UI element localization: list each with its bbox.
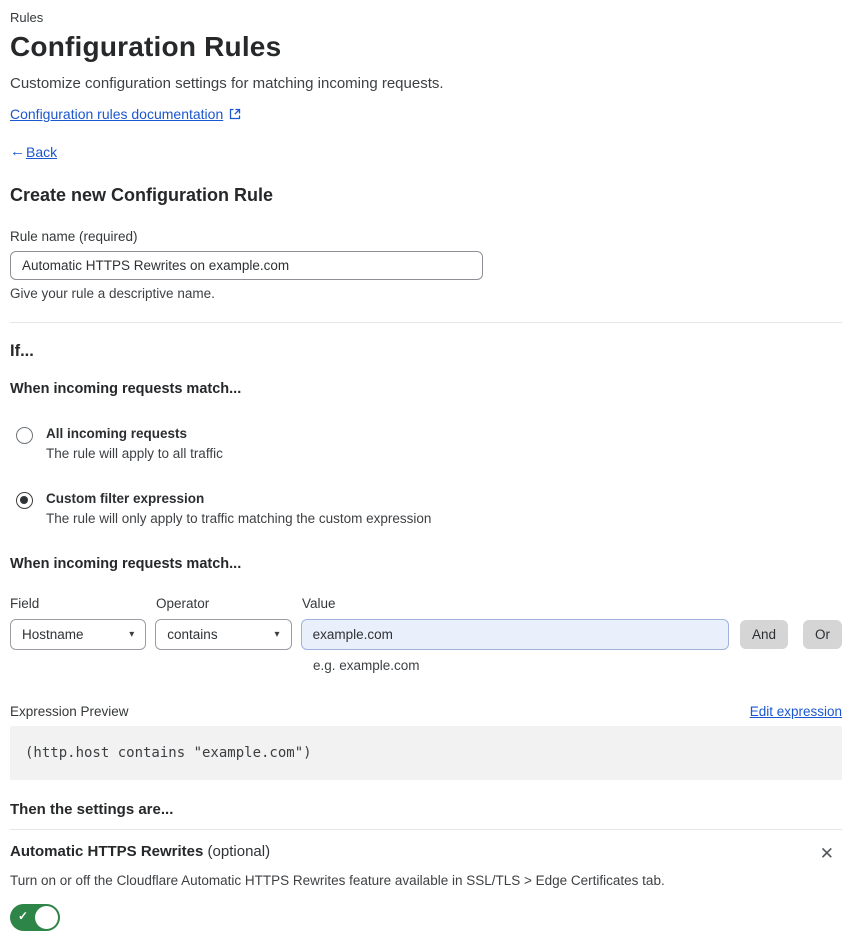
or-button[interactable]: Or bbox=[803, 620, 842, 649]
rule-name-helper: Give your rule a descriptive name. bbox=[10, 286, 215, 301]
radio-label: Custom filter expression bbox=[46, 491, 205, 506]
page-title: Configuration Rules bbox=[10, 31, 282, 62]
external-link-icon bbox=[229, 108, 241, 120]
close-icon[interactable]: ✕ bbox=[816, 843, 838, 864]
expression-builder: Field Operator Value Hostname ▾ contains… bbox=[10, 596, 842, 673]
page-description: Customize configuration settings for mat… bbox=[10, 75, 444, 92]
operator-select[interactable]: contains ▾ bbox=[155, 619, 292, 650]
field-column-label: Field bbox=[10, 596, 40, 611]
field-select-value: Hostname bbox=[22, 627, 84, 642]
rule-name-input[interactable] bbox=[10, 251, 483, 280]
expression-preview-label: Expression Preview bbox=[10, 704, 129, 719]
toggle-knob[interactable] bbox=[35, 906, 58, 929]
value-helper: e.g. example.com bbox=[313, 658, 420, 673]
radio-selected-icon[interactable] bbox=[16, 492, 33, 509]
if-heading: If... bbox=[10, 342, 34, 360]
chevron-down-icon: ▾ bbox=[274, 629, 280, 640]
section-divider bbox=[10, 322, 842, 323]
back-arrow-icon: ← bbox=[10, 143, 25, 160]
configuration-rules-page: Rules Configuration Rules Customize conf… bbox=[0, 0, 852, 936]
setting-name: Automatic HTTPS Rewrites bbox=[10, 843, 204, 860]
radio-unselected-icon[interactable] bbox=[16, 427, 33, 444]
chevron-down-icon: ▾ bbox=[129, 629, 135, 640]
setting-description: Turn on or off the Cloudflare Automatic … bbox=[10, 873, 665, 888]
radio-option-all-incoming-requests[interactable]: All incoming requests The rule will appl… bbox=[10, 426, 842, 461]
check-icon: ✓ bbox=[18, 909, 29, 923]
settings-heading: Then the settings are... bbox=[10, 801, 174, 818]
field-select[interactable]: Hostname ▾ bbox=[10, 619, 147, 650]
operator-select-value: contains bbox=[167, 627, 218, 642]
edit-expression-link[interactable]: Edit expression bbox=[750, 704, 842, 719]
operator-column-label: Operator bbox=[156, 596, 210, 611]
documentation-link[interactable]: Configuration rules documentation bbox=[10, 106, 223, 122]
create-rule-heading: Create new Configuration Rule bbox=[10, 185, 274, 205]
radio-option-custom-filter-expression[interactable]: Custom filter expression The rule will o… bbox=[10, 491, 842, 526]
radio-label: All incoming requests bbox=[46, 426, 188, 441]
back-link[interactable]: Back bbox=[26, 144, 57, 160]
automatic-https-rewrites-toggle[interactable]: ✓ bbox=[10, 904, 60, 931]
setting-optional-label: (optional) bbox=[207, 843, 271, 860]
radio-description: The rule will only apply to traffic matc… bbox=[46, 511, 432, 526]
expression-preview-code: (http.host contains "example.com") bbox=[10, 726, 842, 780]
expression-builder-heading: When incoming requests match... bbox=[10, 556, 242, 572]
value-input[interactable] bbox=[300, 619, 729, 650]
radio-description: The rule will apply to all traffic bbox=[46, 446, 223, 461]
value-column-label: Value bbox=[302, 596, 336, 611]
match-type-heading: When incoming requests match... bbox=[10, 381, 242, 397]
rule-name-label: Rule name (required) bbox=[10, 229, 138, 244]
breadcrumb: Rules bbox=[10, 10, 44, 25]
and-button[interactable]: And bbox=[739, 620, 788, 649]
settings-divider bbox=[10, 829, 842, 830]
